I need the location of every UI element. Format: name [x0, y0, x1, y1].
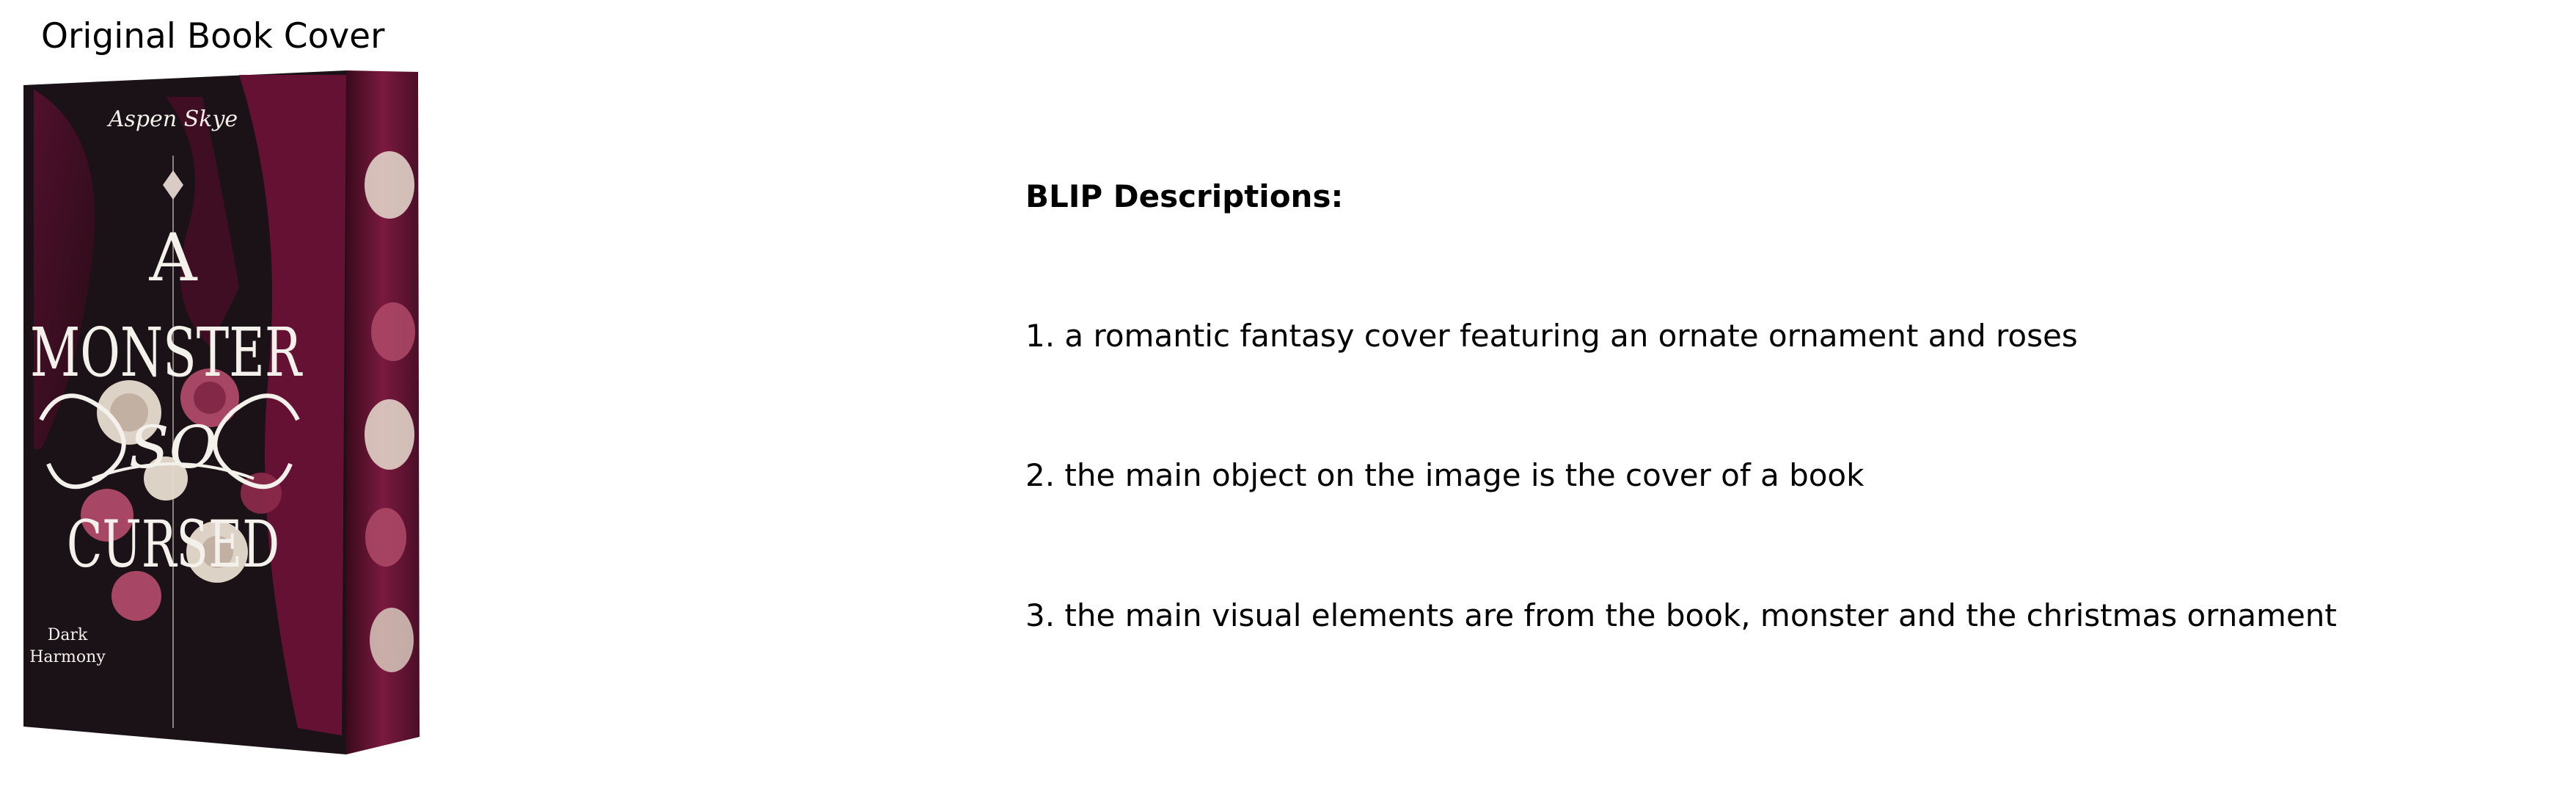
cover-author: Aspen Skye — [106, 106, 238, 132]
cover-title-line4: CURSED — [67, 506, 279, 582]
cover-series-line1: Dark — [48, 626, 88, 644]
cover-title-line3: SO — [129, 413, 217, 481]
book-cover-image: Aspen Skye A MONSTER SO CURSED Dark Harm… — [19, 68, 430, 763]
cover-title-line2: MONSTER — [30, 313, 303, 392]
description-item-3: 3. the main visual elements are from the… — [1025, 597, 2337, 633]
cover-title-line1: A — [149, 219, 198, 296]
descriptions-heading: BLIP Descriptions: — [1025, 178, 1344, 214]
description-item-1: 1. a romantic fantasy cover featuring an… — [1025, 318, 2078, 354]
cover-series-line2: Harmony — [29, 648, 106, 666]
description-item-2: 2. the main object on the image is the c… — [1025, 457, 1865, 493]
figure-title: Original Book Cover — [41, 16, 385, 57]
